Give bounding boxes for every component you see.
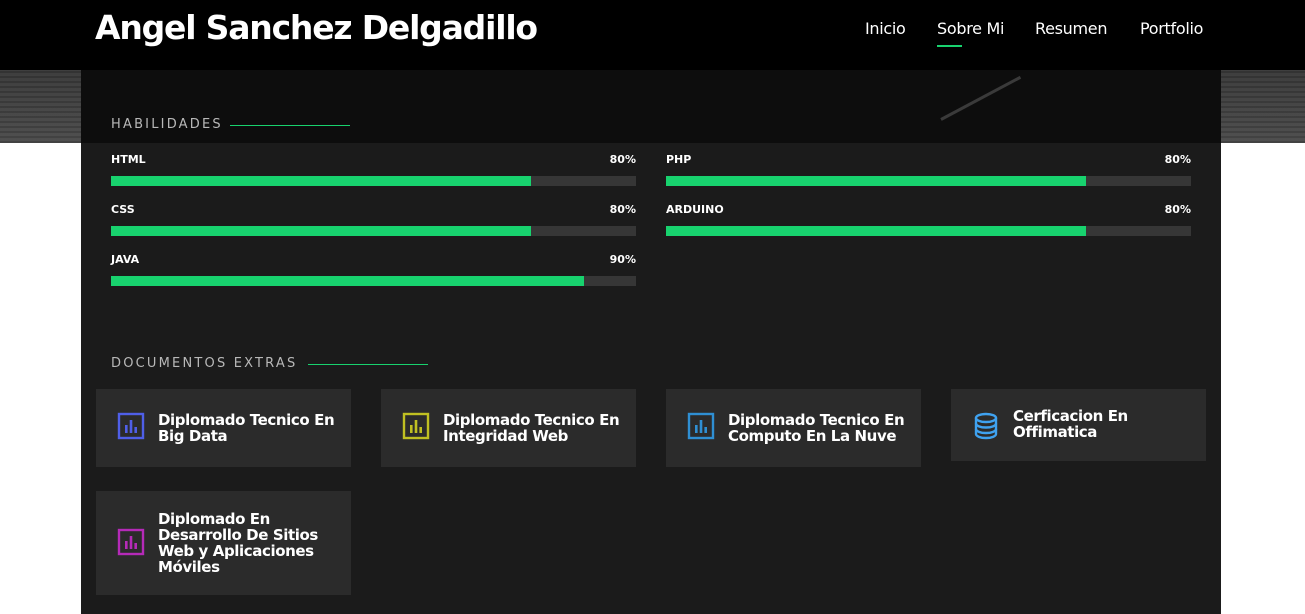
documents-title: DOCUMENTOS EXTRAS bbox=[111, 356, 298, 371]
skill-name: HTML bbox=[111, 153, 146, 166]
skill-arduino: ARDUINO 80% bbox=[666, 203, 1191, 243]
document-label: Cerficacion En Offimatica bbox=[1013, 407, 1128, 441]
document-label: Diplomado Tecnico En Computo En La Nuve bbox=[728, 411, 905, 445]
skill-bar-track bbox=[111, 226, 636, 236]
nav-link-inicio[interactable]: Inicio bbox=[865, 19, 906, 38]
document-label: Diplomado En Desarrollo De Sitios Web y … bbox=[158, 510, 318, 576]
skill-bar-fill bbox=[111, 226, 531, 236]
skill-css: CSS 80% bbox=[111, 203, 636, 243]
bar-chart-icon bbox=[116, 527, 146, 557]
database-icon bbox=[971, 411, 1001, 441]
bar-chart-icon bbox=[401, 411, 431, 441]
skill-bar-track bbox=[666, 176, 1191, 186]
document-label: Diplomado Tecnico En Big Data bbox=[158, 411, 335, 445]
nav-link-resumen[interactable]: Resumen bbox=[1035, 19, 1108, 38]
skill-html: HTML 80% bbox=[111, 153, 636, 193]
skill-bar-track bbox=[666, 226, 1191, 236]
skill-php: PHP 80% bbox=[666, 153, 1191, 193]
skill-percent: 80% bbox=[609, 203, 636, 216]
skills-title-line bbox=[230, 125, 350, 126]
document-card-integridad-web[interactable]: Diplomado Tecnico En Integridad Web bbox=[381, 389, 636, 467]
main-nav: Inicio Sobre Mi Resumen Portfolio bbox=[0, 19, 1305, 59]
skill-percent: 80% bbox=[1164, 153, 1191, 166]
skill-percent: 80% bbox=[609, 153, 636, 166]
bar-chart-icon bbox=[116, 411, 146, 441]
documents-title-line bbox=[308, 364, 428, 365]
skill-bar-fill bbox=[666, 176, 1086, 186]
skill-bar-fill bbox=[666, 226, 1086, 236]
skill-bar-track bbox=[111, 276, 636, 286]
document-card-computo-nube[interactable]: Diplomado Tecnico En Computo En La Nuve bbox=[666, 389, 921, 467]
skill-percent: 90% bbox=[609, 253, 636, 266]
skills-title: HABILIDADES bbox=[111, 117, 223, 132]
background-pen bbox=[940, 75, 1022, 121]
skill-name: ARDUINO bbox=[666, 203, 724, 216]
document-card-desarrollo-web[interactable]: Diplomado En Desarrollo De Sitios Web y … bbox=[96, 491, 351, 595]
bar-chart-icon bbox=[686, 411, 716, 441]
skill-bar-fill bbox=[111, 176, 531, 186]
skill-percent: 80% bbox=[1164, 203, 1191, 216]
skill-name: CSS bbox=[111, 203, 135, 216]
document-label: Diplomado Tecnico En Integridad Web bbox=[443, 411, 620, 445]
nav-active-indicator bbox=[937, 45, 962, 47]
site-header: Angel Sanchez Delgadillo Inicio Sobre Mi… bbox=[0, 0, 1305, 70]
document-card-big-data[interactable]: Diplomado Tecnico En Big Data bbox=[96, 389, 351, 467]
document-card-offimatica[interactable]: Cerficacion En Offimatica bbox=[951, 389, 1206, 461]
nav-link-sobre-mi[interactable]: Sobre Mi bbox=[937, 19, 1004, 38]
skill-name: JAVA bbox=[111, 253, 140, 266]
skill-name: PHP bbox=[666, 153, 692, 166]
skill-bar-fill bbox=[111, 276, 584, 286]
skill-bar-track bbox=[111, 176, 636, 186]
nav-link-portfolio[interactable]: Portfolio bbox=[1140, 19, 1203, 38]
skill-java: JAVA 90% bbox=[111, 253, 636, 293]
